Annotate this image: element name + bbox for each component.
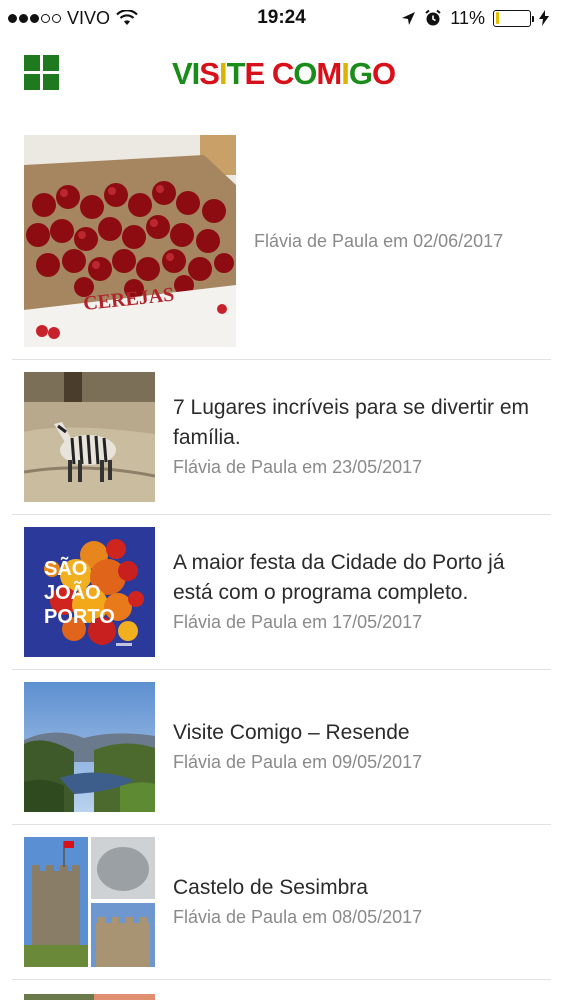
- post-thumbnail-cherries: CEREJAS: [24, 134, 236, 347]
- post-meta: Flávia de Paula em 23/05/2017: [173, 457, 423, 477]
- post-item[interactable]: 7 Lugares incríveis para se divertir em …: [12, 360, 551, 515]
- grid-menu-icon: [24, 55, 40, 71]
- location-arrow-icon: [402, 11, 416, 25]
- status-right: 11%: [401, 8, 549, 29]
- svg-text:JOÃO: JOÃO: [44, 581, 101, 604]
- post-title: A maior festa da Cidade do Porto já está…: [173, 551, 505, 604]
- app-header: VISITE COMIGO: [0, 44, 563, 104]
- post-meta: Flávia de Paula em 09/05/2017: [173, 752, 423, 772]
- carrier-name: VIVO: [67, 7, 111, 28]
- post-title: Castelo de Sesimbra: [173, 876, 368, 899]
- post-text: Flávia de Paula em 02/06/2017: [236, 227, 511, 255]
- post-thumbnail-zebra: [24, 372, 155, 502]
- post-text: A maior festa da Cidade do Porto já está…: [155, 548, 551, 636]
- wifi-icon: [116, 10, 138, 25]
- status-bar: VIVO 19:24 11%: [0, 0, 563, 36]
- post-item[interactable]: Visite Comigo – Resende Flávia de Paula …: [12, 670, 551, 825]
- signal-strength-icon: [8, 13, 61, 23]
- post-thumbnail-resende: [24, 682, 155, 812]
- post-meta: Flávia de Paula em 17/05/2017: [173, 612, 423, 632]
- post-item[interactable]: Castelo de Sesimbra Flávia de Paula em 0…: [12, 825, 551, 980]
- post-item-partial[interactable]: [12, 980, 551, 1000]
- post-title: 7 Lugares incríveis para se divertir em …: [173, 396, 529, 449]
- svg-text:PORTO: PORTO: [44, 606, 115, 628]
- post-thumbnail-partial: [24, 994, 155, 1000]
- grid-menu-button[interactable]: [24, 55, 60, 91]
- post-text: Castelo de Sesimbra Flávia de Paula em 0…: [155, 873, 430, 931]
- post-thumbnail-sesimbra: [24, 837, 155, 967]
- post-text: 7 Lugares incríveis para se divertir em …: [155, 393, 551, 481]
- post-feed: CEREJAS Flávia de Paula em 02/06/2017 7 …: [12, 122, 551, 1000]
- post-meta: Flávia de Paula em 08/05/2017: [173, 907, 423, 927]
- post-text: Visite Comigo – Resende Flávia de Paula …: [155, 718, 430, 776]
- post-meta: Flávia de Paula em 02/06/2017: [254, 230, 504, 251]
- svg-text:SÃO: SÃO: [44, 557, 87, 580]
- post-thumbnail-sao-joao: SÃO JOÃO PORTO: [24, 527, 155, 657]
- app-logo[interactable]: VISITE COMIGO: [172, 54, 396, 94]
- post-title: Visite Comigo – Resende: [173, 721, 410, 744]
- status-left: VIVO: [8, 8, 138, 29]
- battery-icon: [493, 9, 534, 27]
- alarm-clock-icon: [425, 9, 441, 26]
- post-item[interactable]: CEREJAS Flávia de Paula em 02/06/2017: [12, 122, 551, 360]
- charging-bolt-icon: [539, 10, 549, 26]
- battery-percent: 11%: [450, 7, 485, 28]
- post-item[interactable]: SÃO JOÃO PORTO A maior festa da Cidade d…: [12, 515, 551, 670]
- battery-level-fill: [495, 12, 500, 24]
